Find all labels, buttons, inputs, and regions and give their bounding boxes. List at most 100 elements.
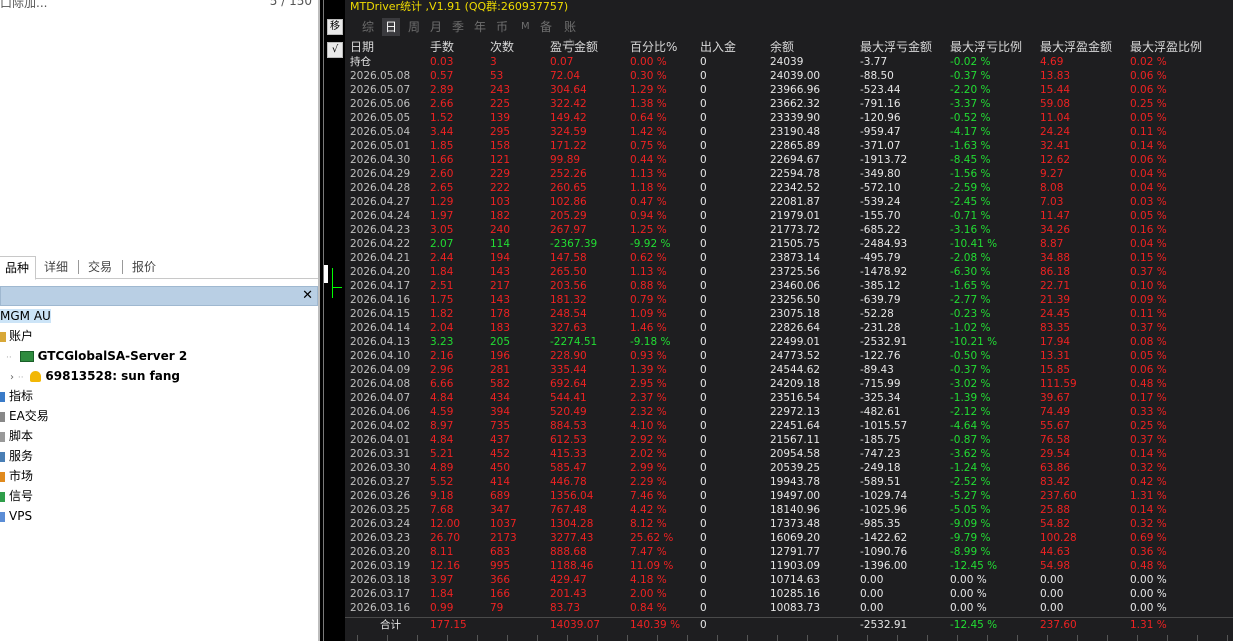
close-icon[interactable]: ✕ — [302, 287, 313, 305]
cell-deposit: 0 — [700, 98, 707, 110]
tree-item-expert-advisors[interactable]: EA交易 — [0, 406, 49, 426]
table-row[interactable]: 2026.03.20 8.11 683 888.68 7.47 % 0 12791.77 -1… — [345, 545, 1233, 559]
column-header[interactable]: 手数 — [430, 40, 454, 55]
cell-percent: -9.18 % — [630, 336, 671, 348]
table-row[interactable]: 2026.05.07 2.89 243 304.64 1.29 % 0 23966.96 -5… — [345, 83, 1233, 97]
tree-item-accounts[interactable]: 账户 — [0, 326, 33, 346]
column-header[interactable]: 最大浮盈金额 — [1040, 40, 1112, 55]
tree-item-server[interactable]: ·· GTCGlobalSA-Server 2 — [6, 346, 187, 366]
column-header[interactable]: 盈亏金额 — [550, 40, 598, 55]
tab-symbols[interactable]: 品种 — [0, 256, 37, 280]
axis-tick — [507, 635, 508, 641]
cell-max-profit-percent: 0.14 % — [1130, 140, 1167, 152]
table-row[interactable]: 2026.03.16 0.99 79 83.73 0.84 % 0 10083.73 0.00… — [345, 601, 1233, 615]
table-row[interactable]: 2026.04.23 3.05 240 267.97 1.25 % 0 21773.72 -6… — [345, 223, 1233, 237]
tab-quotes[interactable]: 报价 — [126, 256, 162, 278]
move-button[interactable]: 移 — [327, 19, 343, 35]
cell-max-drawdown-percent: 0.00 % — [950, 588, 987, 600]
table-row[interactable]: 2026.04.10 2.16 196 228.90 0.93 % 0 24773.52 -1… — [345, 349, 1233, 363]
cell-deposit: 0 — [700, 434, 707, 446]
menu-item-currency[interactable]: 币 — [496, 18, 508, 36]
menu-item-day[interactable]: 日 — [382, 18, 401, 36]
table-row[interactable]: 2026.04.29 2.60 229 252.26 1.13 % 0 22594.78 -3… — [345, 167, 1233, 181]
table-row[interactable]: 2026.03.30 4.89 450 585.47 2.99 % 0 20539.25 -2… — [345, 461, 1233, 475]
table-row[interactable]: 2026.03.19 12.16 995 1188.46 11.09 % 0 11903.0… — [345, 559, 1233, 573]
table-row[interactable]: 2026.03.24 12.00 1037 1304.28 8.12 % 0 17373.4… — [345, 517, 1233, 531]
menu-item-quarter[interactable]: 季 — [452, 18, 464, 36]
table-row[interactable]: 2026.04.24 1.97 182 205.29 0.94 % 0 21979.01 -1… — [345, 209, 1233, 223]
table-row[interactable]: 2026.04.17 2.51 217 203.56 0.88 % 0 23460.06 -3… — [345, 279, 1233, 293]
cell-deposit: 0 — [700, 490, 707, 502]
tree-item-label: 69813528: sun fang — [45, 369, 181, 383]
column-header[interactable]: 最大浮亏比例 — [950, 40, 1022, 55]
table-row[interactable]: 2026.04.06 4.59 394 520.49 2.32 % 0 22972.13 -4… — [345, 405, 1233, 419]
tree-item-scripts[interactable]: 脚本 — [0, 426, 33, 446]
table-row[interactable]: 2026.05.06 2.66 225 322.42 1.38 % 0 23662.32 -7… — [345, 97, 1233, 111]
table-row[interactable]: 2026.05.04 3.44 295 324.59 1.42 % 0 23190.48 -9… — [345, 125, 1233, 139]
table-row[interactable]: 2026.04.21 2.44 194 147.58 0.62 % 0 23873.14 -4… — [345, 251, 1233, 265]
table-row[interactable]: 2026.04.27 1.29 103 102.86 0.47 % 0 22081.87 -5… — [345, 195, 1233, 209]
tree-item-symbol[interactable]: MGM AU — [0, 306, 51, 326]
table-row[interactable]: 2026.04.20 1.84 143 265.50 1.13 % 0 23725.56 -1… — [345, 265, 1233, 279]
column-header[interactable]: 日期 — [350, 40, 374, 55]
table-row[interactable]: 2026.04.09 2.96 281 335.44 1.39 % 0 24544.62 -8… — [345, 363, 1233, 377]
menu-item-magic[interactable]: M — [521, 18, 530, 36]
tree-item-market[interactable]: 市场 — [0, 466, 33, 486]
table-row[interactable]: 2026.05.01 1.85 158 171.22 0.75 % 0 22865.89 -3… — [345, 139, 1233, 153]
table-row[interactable]: 2026.04.22 2.07 114 -2367.39 -9.92 % 0 21505.7… — [345, 237, 1233, 251]
table-row[interactable]: 2026.04.30 1.66 121 99.89 0.44 % 0 22694.67 -19… — [345, 153, 1233, 167]
tree-item-services[interactable]: 服务 — [0, 446, 33, 466]
column-header[interactable]: 出入金 — [700, 40, 736, 55]
cell-max-drawdown-amount: -1025.96 — [860, 504, 908, 516]
tree-item-account[interactable]: › ·· 69813528: sun fang — [10, 366, 180, 386]
table-row[interactable]: 2026.04.15 1.82 178 248.54 1.09 % 0 23075.18 -5… — [345, 307, 1233, 321]
cell-percent: 0.00 % — [630, 56, 667, 68]
table-row[interactable]: 2026.03.25 7.68 347 767.48 4.42 % 0 18140.96 -1… — [345, 503, 1233, 517]
tab-details[interactable]: 详细 — [38, 256, 74, 278]
cell-lots: 2.60 — [430, 168, 454, 180]
cell-max-profit-amount: 0.00 — [1040, 602, 1064, 614]
cell-max-profit-percent: 0.04 % — [1130, 238, 1167, 250]
cell-max-profit-percent: 0.02 % — [1130, 56, 1167, 68]
table-row[interactable]: 2026.03.26 9.18 689 1356.04 7.46 % 0 19497.00 -… — [345, 489, 1233, 503]
table-row[interactable]: 2026.03.27 5.52 414 446.78 2.29 % 0 19943.78 -5… — [345, 475, 1233, 489]
cell-count: 183 — [490, 322, 511, 334]
table-row[interactable]: 2026.05.05 1.52 139 149.42 0.64 % 0 23339.90 -1… — [345, 111, 1233, 125]
cell-max-profit-percent: 0.00 % — [1130, 574, 1167, 586]
menu-item-year[interactable]: 年 — [474, 18, 486, 36]
cell-pnl: 72.04 — [550, 70, 581, 82]
column-header[interactable]: 百分比% — [630, 40, 677, 55]
table-row[interactable]: 2026.03.31 5.21 452 415.33 2.02 % 0 20954.58 -7… — [345, 447, 1233, 461]
table-row[interactable]: 2026.04.14 2.04 183 327.63 1.46 % 0 22826.64 -2… — [345, 321, 1233, 335]
menu-item-month[interactable]: 月 — [430, 18, 442, 36]
table-row[interactable]: 2026.04.16 1.75 143 181.32 0.79 % 0 23256.50 -6… — [345, 293, 1233, 307]
table-row[interactable]: 2026.05.08 0.57 53 72.04 0.30 % 0 24039.00 -88.… — [345, 69, 1233, 83]
table-row[interactable]: 2026.03.17 1.84 166 201.43 2.00 % 0 10285.16 0.… — [345, 587, 1233, 601]
table-row[interactable]: 2026.04.02 8.97 735 884.53 4.10 % 0 22451.64 -1… — [345, 419, 1233, 433]
cell-lots: 2.66 — [430, 98, 454, 110]
column-header[interactable]: 余额 — [770, 40, 794, 55]
menu-item-summary[interactable]: 综 — [362, 18, 374, 36]
table-row[interactable]: 2026.04.08 6.66 582 692.64 2.95 % 0 24209.18 -7… — [345, 377, 1233, 391]
cell-count: 103 — [490, 196, 511, 208]
table-row[interactable]: 2026.04.13 3.23 205 -2274.51 -9.18 % 0 22499.0… — [345, 335, 1233, 349]
menu-item-notes[interactable]: 备 — [540, 18, 552, 36]
table-row[interactable]: 持仓 0.03 3 0.07 0.00 % 0 24039 -3.77 -0.02 % 4.69 0… — [345, 55, 1233, 69]
table-row[interactable]: 2026.04.01 4.84 437 612.53 2.92 % 0 21567.11 -1… — [345, 433, 1233, 447]
tab-trading[interactable]: 交易 — [82, 256, 118, 278]
tree-item-signals[interactable]: 信号 — [0, 486, 33, 506]
column-header[interactable]: 最大浮盈比例 — [1130, 40, 1202, 55]
tree-item-vps[interactable]: VPS — [0, 506, 32, 526]
table-row[interactable]: 2026.03.18 3.97 366 429.47 4.18 % 0 10714.63 0.… — [345, 573, 1233, 587]
table-row[interactable]: 2026.03.23 26.70 2173 3277.43 25.62 % 0 16069.… — [345, 531, 1233, 545]
axis-tick — [477, 635, 478, 641]
column-header[interactable]: 次数 — [490, 40, 514, 55]
menu-item-week[interactable]: 周 — [408, 18, 420, 36]
column-header[interactable]: 最大浮亏金额 — [860, 40, 932, 55]
check-button[interactable]: √ — [327, 42, 343, 58]
tree-item-indicators[interactable]: 指标 — [0, 386, 33, 406]
table-row[interactable]: 2026.04.07 4.84 434 544.41 2.37 % 0 23516.54 -3… — [345, 391, 1233, 405]
navigator-search-bar[interactable]: ✕ — [0, 286, 318, 306]
table-row[interactable]: 2026.04.28 2.65 222 260.65 1.18 % 0 22342.52 -5… — [345, 181, 1233, 195]
candle-wick — [332, 268, 333, 298]
